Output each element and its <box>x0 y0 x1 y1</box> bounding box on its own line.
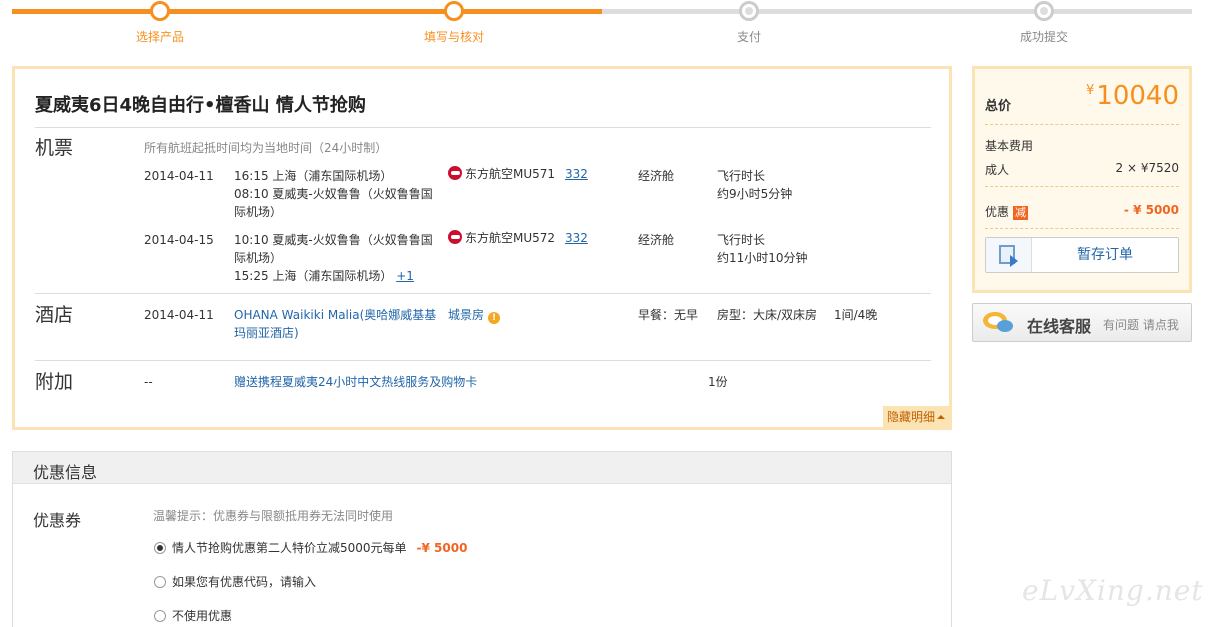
cabin-class: 经济舱 <box>638 233 675 247</box>
service-label: 在线客服 <box>1027 317 1092 336</box>
coupon-label: 优惠券 <box>33 511 82 530</box>
discount-label: 优惠 <box>985 205 1010 219</box>
room-view-link[interactable]: 城景房 <box>448 308 484 322</box>
flight-section-label: 机票 <box>35 137 74 159</box>
step-label: 填写与核对 <box>423 30 484 44</box>
dashed-divider <box>985 186 1179 187</box>
product-title: 夏威夷6日4晚自由行•檀香山 情人节抢购 <box>35 95 366 116</box>
extra-quantity: 1份 <box>708 375 728 389</box>
flight-date: 2014-04-15 <box>144 233 214 247</box>
step-success: 成功提交 <box>984 0 1104 45</box>
hotel-section-label: 酒店 <box>35 304 74 326</box>
progress-steps: 选择产品 填写与核对 支付 成功提交 <box>12 0 1192 50</box>
flight-arrive: 08:10 夏威夷-火奴鲁鲁（火奴鲁鲁国际机场） <box>234 187 433 219</box>
hotel-name-link[interactable]: OHANA Waikiki Malia(奥哈娜威基基玛丽亚酒店) <box>234 306 439 342</box>
chat-bubble-icon <box>983 312 1013 332</box>
duration-label: 飞行时长 <box>717 233 766 247</box>
caret-up-icon <box>937 415 945 419</box>
plus-day-link[interactable]: +1 <box>396 269 414 283</box>
china-eastern-logo-icon <box>448 230 462 244</box>
duration-label: 飞行时长 <box>717 169 766 183</box>
airline: 东方航空MU572 <box>448 229 555 247</box>
aircraft-link[interactable]: 332 <box>565 229 588 247</box>
coupon-option[interactable]: 情人节抢购优惠第二人特价立减5000元每单 -¥ 5000 <box>154 539 467 556</box>
base-fee-label: 基本费用 <box>985 139 1034 153</box>
breakfast: 早餐：无早 <box>638 308 699 322</box>
aircraft-link[interactable]: 332 <box>565 165 588 183</box>
step-label: 选择产品 <box>135 30 184 44</box>
radio-selected-icon[interactable] <box>154 542 166 554</box>
discount-row: 优惠减 - ¥ 5000 <box>985 203 1179 220</box>
radio-icon[interactable] <box>154 610 166 622</box>
duration-value: 约9小时5分钟 <box>717 187 793 201</box>
step-pay: 支付 <box>689 0 809 45</box>
total-label: 总价 <box>985 99 1012 114</box>
radio-icon[interactable] <box>154 576 166 588</box>
total-amount: 10040 <box>1096 81 1179 111</box>
price-summary: 总价 ¥10040 基本费用 成人 2 × ¥7520 优惠减 - ¥ 5000… <box>972 66 1192 293</box>
divider <box>35 293 931 294</box>
hide-detail-label: 隐藏明细 <box>886 410 935 424</box>
duration-value: 约11小时10分钟 <box>717 251 808 265</box>
discount-header: 优惠信息 <box>13 452 951 484</box>
room-type: 房型：大床/双床房 <box>717 308 818 322</box>
discount-badge: 减 <box>1013 206 1029 220</box>
adult-label: 成人 <box>985 163 1010 177</box>
discount-header-title: 优惠信息 <box>33 463 98 482</box>
dashed-divider <box>985 228 1179 229</box>
step-label: 支付 <box>736 30 761 44</box>
coupon-option-label: 不使用优惠 <box>172 609 233 623</box>
flight-time-note: 所有航班起抵时间均为当地时间（24小时制） <box>144 141 388 155</box>
dashed-divider <box>985 124 1179 125</box>
divider <box>35 360 931 361</box>
airline-name: 东方航空MU572 <box>465 231 556 245</box>
info-warning-icon[interactable]: ! <box>488 312 501 324</box>
discount-value: - ¥ 5000 <box>1123 203 1179 217</box>
watermark: eLvXing.net <box>1022 574 1204 607</box>
discount-section: 优惠信息 优惠券 温馨提示：优惠券与限额抵用券无法同时使用 情人节抢购优惠第二人… <box>12 451 952 627</box>
coupon-option-label: 情人节抢购优惠第二人特价立减5000元每单 <box>172 541 407 555</box>
flight-arrive-text: 15:25 上海（浦东国际机场） <box>234 269 393 283</box>
extra-item-link[interactable]: 赠送携程夏威夷24小时中文热线服务及购物卡 <box>234 373 477 391</box>
save-document-icon <box>986 238 1032 272</box>
step-fill-verify: 填写与核对 <box>394 0 514 45</box>
flight-arrive: 15:25 上海（浦东国际机场） +1 <box>234 267 414 285</box>
extra-date: -- <box>144 375 153 389</box>
cabin-class: 经济舱 <box>638 169 675 183</box>
step-label: 成功提交 <box>1019 30 1068 44</box>
coupon-option-label: 如果您有优惠代码，请输入 <box>172 575 317 589</box>
coupon-tip: 温馨提示：优惠券与限额抵用券无法同时使用 <box>153 509 394 523</box>
hide-detail-toggle[interactable]: 隐藏明细 <box>882 406 949 427</box>
hotel-date: 2014-04-11 <box>144 308 214 322</box>
step-dot-icon <box>739 1 759 21</box>
order-detail-panel: 夏威夷6日4晚自由行•檀香山 情人节抢购 机票 所有航班起抵时间均为当地时间（2… <box>12 66 952 430</box>
coupon-option[interactable]: 不使用优惠 <box>154 607 232 624</box>
currency-symbol: ¥ <box>1086 83 1095 98</box>
total-price: ¥10040 <box>1086 81 1179 111</box>
save-order-button[interactable]: 暂存订单 <box>985 237 1179 273</box>
adult-fee-row: 成人 2 × ¥7520 <box>985 161 1179 178</box>
china-eastern-logo-icon <box>448 166 462 180</box>
step-select-product: 选择产品 <box>100 0 220 45</box>
flight-date: 2014-04-11 <box>144 169 214 183</box>
online-service-button[interactable]: 在线客服 有问题 请点我 <box>972 303 1192 342</box>
airline-name: 东方航空MU571 <box>465 167 556 181</box>
step-dot-icon <box>444 1 464 21</box>
coupon-option[interactable]: 如果您有优惠代码，请输入 <box>154 573 316 590</box>
divider <box>35 127 931 128</box>
service-sub-label: 有问题 请点我 <box>1103 318 1179 332</box>
airline: 东方航空MU571 <box>448 165 555 183</box>
flight-depart: 10:10 夏威夷-火奴鲁鲁（火奴鲁鲁国际机场） <box>234 233 433 265</box>
room-quantity: 1间/4晚 <box>834 308 878 322</box>
room-view: 城景房! <box>448 306 501 324</box>
step-dot-icon <box>150 1 170 21</box>
extra-section-label: 附加 <box>35 371 74 393</box>
coupon-option-amount: -¥ 5000 <box>416 541 468 555</box>
flight-depart: 16:15 上海（浦东国际机场） <box>234 169 393 183</box>
step-dot-icon <box>1034 1 1054 21</box>
save-order-label: 暂存订单 <box>1077 247 1133 263</box>
adult-price: 2 × ¥7520 <box>1115 161 1180 175</box>
